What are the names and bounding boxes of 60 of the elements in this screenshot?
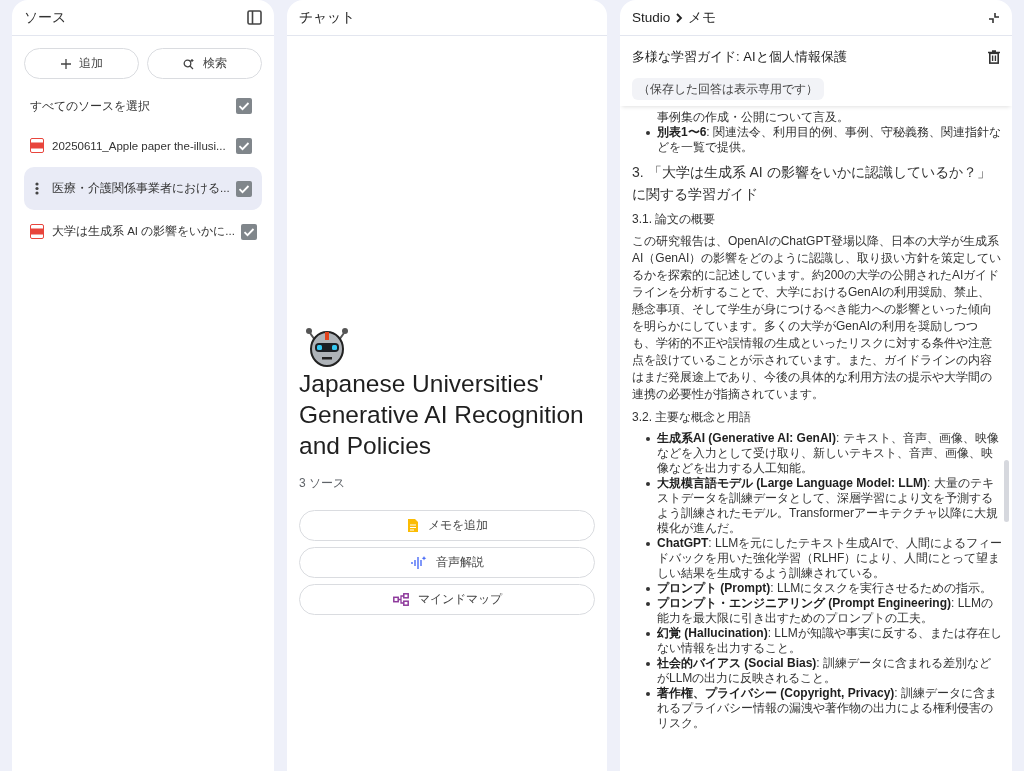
- checkbox[interactable]: [236, 137, 252, 154]
- list-item-text: 社会的バイアス (Social Bias): 訓練データに含まれる差別などがLLMの出力に反映されること。: [657, 656, 993, 686]
- pdf-icon: [30, 138, 44, 153]
- bullet-icon: [646, 662, 650, 666]
- list-item-text: プロンプト (Prompt): LLMにタスクを実行させるための指示。: [657, 581, 993, 596]
- search-button[interactable]: 検索: [147, 48, 262, 79]
- sidebar-toggle-icon[interactable]: [247, 10, 262, 25]
- breadcrumb-current: メモ: [688, 8, 717, 27]
- checkbox[interactable]: [240, 223, 257, 240]
- bullet-icon: [646, 692, 650, 696]
- robot-icon: [305, 326, 349, 368]
- audio-overview-button[interactable]: 音声解説: [299, 547, 595, 578]
- checkbox[interactable]: [236, 180, 252, 197]
- bullet-icon: [646, 632, 650, 636]
- notebook-title: Japanese Universities' Generative AI Recognition and Policies: [299, 369, 585, 461]
- bullet-icon: [646, 482, 650, 486]
- list-item-text: 生成系AI (Generative AI: GenAI): テキスト、音声、画像、映像などを入力として受け取り、新しいテキスト、音声、画像、映像などを出力する人工知能。: [657, 431, 1000, 476]
- read-only-notice: （保存した回答は表示専用です）: [632, 78, 824, 100]
- search-icon: [182, 57, 195, 70]
- bullet-icon: [646, 587, 650, 591]
- list-item-text: 別表1〜6: 関連法令、利用目的例、事例、守秘義務、関連指針などを一覧で提供。: [657, 125, 1002, 155]
- chevron-right-icon: [675, 12, 684, 23]
- bullet-icon: [646, 542, 650, 546]
- list-item-text: 著作権、プライバシー (Copyright, Privacy): 訓練データに含まれるプライバシー情報の漏洩や著作物の出力による権利侵害のリスク。: [657, 686, 999, 731]
- waveform-icon: [410, 555, 427, 570]
- plus-icon: [60, 58, 71, 69]
- subsection-heading: 3.2. 主要な概念と用語: [632, 409, 753, 426]
- pdf-icon: [30, 224, 44, 239]
- add-button[interactable]: 追加: [24, 48, 139, 79]
- source-item[interactable]: 医療・介護関係事業者における...: [24, 167, 262, 210]
- source-title: 医療・介護関係事業者における...: [52, 181, 230, 196]
- mind-map-button[interactable]: マインドマップ: [299, 584, 595, 615]
- source-title: 20250611_Apple paper the-illusi...: [52, 139, 226, 152]
- bullet-icon: [646, 131, 650, 135]
- source-title: 大学は生成系 AI の影響をいかに...: [52, 224, 235, 239]
- list-item-text: 事例集の作成・公開について言及。: [657, 110, 849, 125]
- list-item-text: 大規模言語モデル (Large Language Model: LLM): 大量のテキストデータを訓練データとして、深層学習により文を予測するよう訓練されたモデル。Transformerアーキテクチャ以降に大規模化が進んだ。: [657, 476, 999, 536]
- mind-map-icon: [392, 593, 409, 606]
- note-title: 多様な学習ガイド: AIと個人情報保護: [632, 48, 847, 66]
- subsection-heading: 3.1. 論文の概要: [632, 211, 717, 228]
- document-icon: [406, 518, 419, 533]
- list-item-text: 幻覚 (Hallucination): LLMが知識や事実に反する、または存在しない情報を出力すること。: [657, 626, 1002, 656]
- source-item[interactable]: 20250611_Apple paper the-illusi...: [24, 124, 262, 167]
- paragraph: この研究報告は、OpenAIのChatGPT登場以降、日本の大学が生成系AI（GenAI）の影響をどのように認識し、取り扱い方針を策定しているかを探索的に記述しています。約200の大学の公開されたAIガイドラインを分析することで、大学におけるGenAIの利用奨励、禁止、懸念事項、そして学生が身につけるべき能力への影響といった傾向を明らかにしています。多くの大学がGenAIの利用を奨励しつつも、学術的不正や誤情報の生成といったリスクに対する条件や注意点を設けていることが示されています。また、ガイドラインの内容はまだ発展途上であり、今後の具体的な利用方法の提示や大学間の連携の必要性が指摘されています。: [632, 233, 1002, 403]
- select-all-label: すべてのソースを選択: [30, 98, 150, 114]
- scrollbar-thumb[interactable]: [1004, 460, 1009, 522]
- checkbox[interactable]: [236, 98, 252, 114]
- list-item-text: ChatGPT: LLMを元にしたテキスト生成AIで、人間によるフィードバックを用いた強化学習（RLHF）により、人間にとって望ましい結果を生成するよう訓練されている。: [657, 536, 1002, 581]
- source-count: 3 ソース: [299, 475, 346, 492]
- trash-icon[interactable]: [988, 50, 1000, 64]
- panel-title: チャット: [299, 8, 355, 27]
- collapse-icon[interactable]: [988, 11, 1000, 24]
- list-item-text: プロンプト・エンジニアリング (Prompt Engineering): LLMの能力を最大限に引き出すためのプロンプトの工夫。: [657, 596, 994, 626]
- section-heading: 3. 「大学は生成系 AI の影響をいかに認識しているか？」に関する学習ガイド: [632, 163, 992, 204]
- add-note-button[interactable]: メモを追加: [299, 510, 595, 541]
- breadcrumb-link[interactable]: Studio: [632, 10, 671, 25]
- source-item[interactable]: 大学は生成系 AI の影響をいかに...: [24, 210, 262, 253]
- panel-title: ソース: [24, 8, 66, 27]
- bullet-icon: [646, 602, 650, 606]
- bullet-icon: [646, 437, 650, 441]
